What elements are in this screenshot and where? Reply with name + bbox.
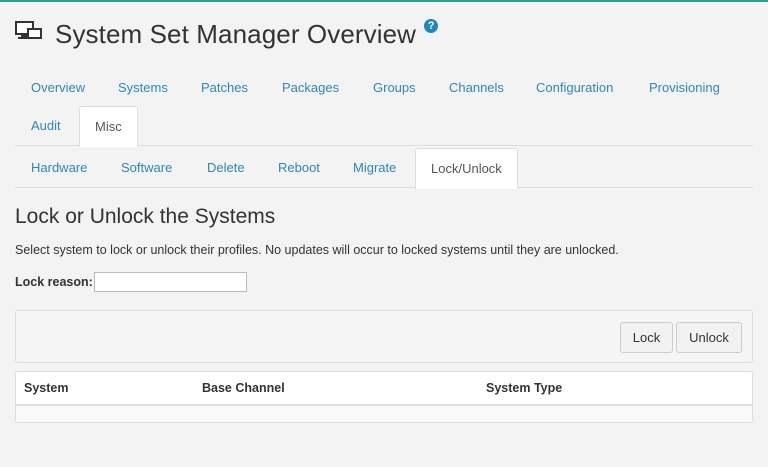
- section-description: Select system to lock or unlock their pr…: [15, 243, 619, 257]
- tab-row-secondary: Audit Misc: [15, 106, 753, 147]
- tab-row-main: Overview Systems Patches Packages Groups…: [15, 68, 753, 107]
- top-accent-line: [0, 0, 768, 2]
- tab-software[interactable]: Software: [106, 148, 187, 188]
- tab-groups[interactable]: Groups: [358, 68, 431, 108]
- action-bar: Lock Unlock: [15, 310, 753, 363]
- tab-packages[interactable]: Packages: [267, 68, 354, 108]
- unlock-button[interactable]: Unlock: [676, 322, 742, 353]
- tab-systems[interactable]: Systems: [103, 68, 183, 108]
- section-title: Lock or Unlock the Systems: [15, 205, 276, 228]
- tab-channels[interactable]: Channels: [434, 68, 519, 108]
- lock-reason-input[interactable]: [93, 272, 247, 292]
- tab-migrate[interactable]: Migrate: [338, 148, 411, 188]
- tab-patches[interactable]: Patches: [186, 68, 263, 108]
- table-body-empty: [16, 406, 752, 422]
- tab-reboot[interactable]: Reboot: [263, 148, 335, 188]
- systems-table: System Base Channel System Type: [15, 371, 753, 423]
- tab-lock-unlock[interactable]: Lock/Unlock: [415, 148, 518, 189]
- tab-provisioning[interactable]: Provisioning: [634, 68, 735, 108]
- tab-misc[interactable]: Misc: [79, 106, 138, 147]
- lock-reason-row: Lock reason:: [15, 272, 247, 292]
- system-set-icon: [15, 21, 42, 39]
- lock-reason-label: Lock reason:: [15, 275, 93, 289]
- page-title: System Set Manager Overview: [55, 18, 417, 49]
- tab-overview[interactable]: Overview: [16, 68, 100, 108]
- column-header-system[interactable]: System: [24, 381, 68, 395]
- column-header-system-type[interactable]: System Type: [486, 381, 562, 395]
- column-header-base-channel[interactable]: Base Channel: [202, 381, 285, 395]
- tab-configuration[interactable]: Configuration: [521, 68, 628, 108]
- help-icon[interactable]: ?: [424, 19, 439, 33]
- page-header: System Set Manager Overview ?: [15, 14, 439, 54]
- lock-button[interactable]: Lock: [620, 322, 673, 353]
- tab-audit[interactable]: Audit: [16, 106, 76, 146]
- tab-row-misc: Hardware Software Delete Reboot Migrate …: [15, 148, 753, 189]
- tab-hardware[interactable]: Hardware: [16, 148, 102, 188]
- table-header: System Base Channel System Type: [16, 372, 752, 406]
- tab-delete[interactable]: Delete: [192, 148, 260, 188]
